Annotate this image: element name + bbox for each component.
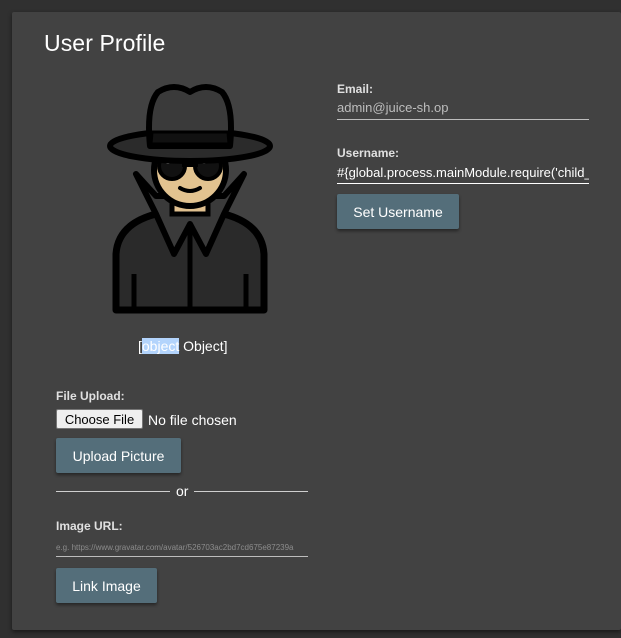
spy-avatar-icon (107, 84, 273, 314)
upload-picture-button[interactable]: Upload Picture (56, 438, 181, 473)
image-url-underline (56, 556, 308, 557)
image-url-input[interactable] (56, 539, 308, 555)
choose-file-button[interactable]: Choose File (56, 409, 143, 429)
page-title: User Profile (44, 30, 166, 56)
link-image-button[interactable]: Link Image (56, 568, 157, 603)
avatar-caption-suffix: Object] (179, 338, 228, 354)
email-field: admin@juice-sh.op (337, 100, 449, 115)
image-url-label: Image URL: (56, 519, 123, 533)
profile-card: User Profile [object Object] Email: admi… (12, 12, 621, 630)
email-underline (337, 119, 589, 120)
avatar-caption: [object Object] (138, 338, 228, 354)
file-upload-label: File Upload: (56, 389, 125, 403)
email-label: Email: (337, 82, 374, 96)
file-status: No file chosen (148, 412, 237, 428)
username-underline (337, 183, 589, 184)
username-input[interactable]: #{global.process.mainModule.require('chi… (337, 165, 589, 180)
divider-line-left (56, 491, 170, 492)
divider-or-text: or (176, 483, 189, 499)
divider-line-right (194, 491, 308, 492)
avatar-caption-selected: object (141, 338, 180, 354)
username-label: Username: (337, 146, 400, 160)
set-username-button[interactable]: Set Username (337, 194, 459, 229)
